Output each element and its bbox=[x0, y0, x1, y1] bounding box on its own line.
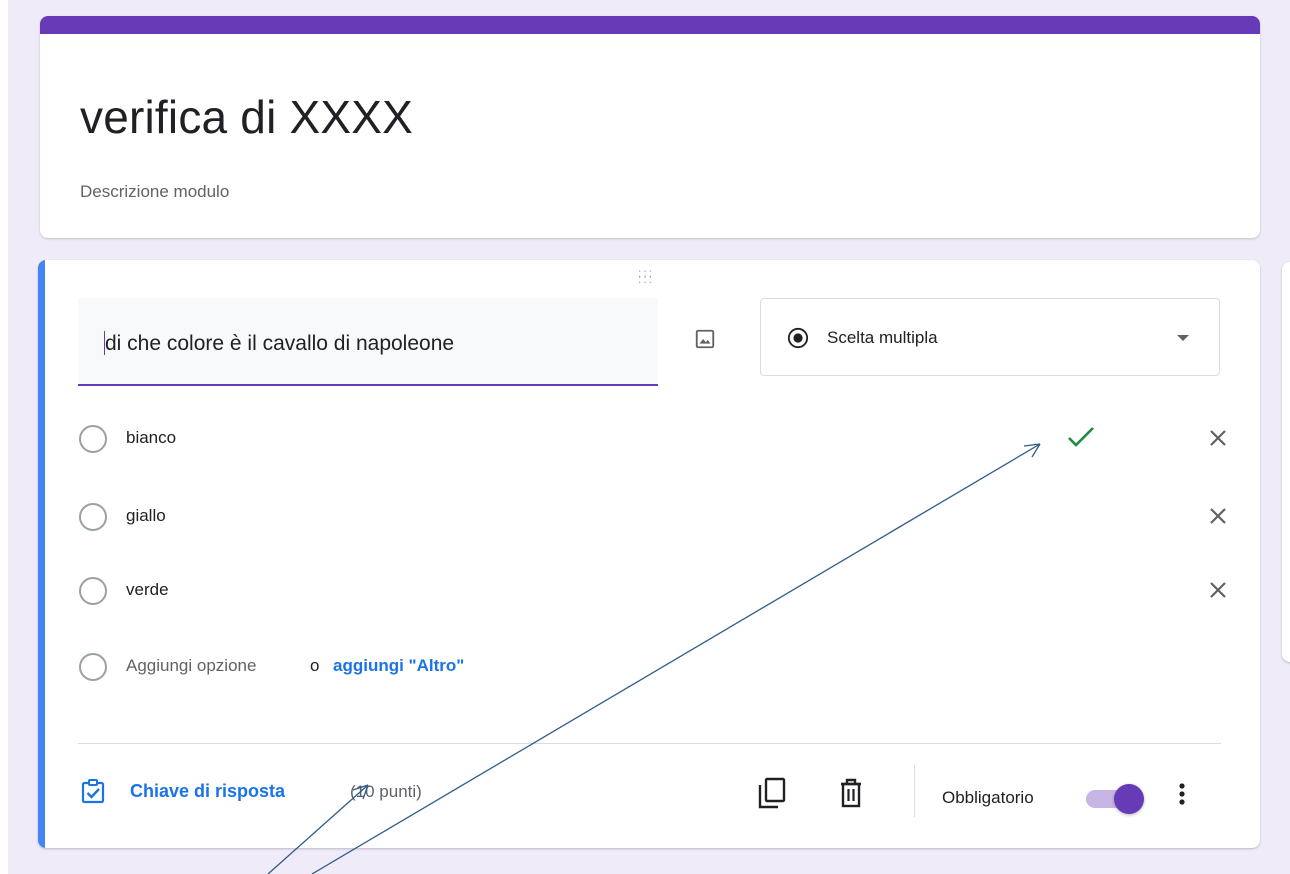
option-item: verde bbox=[78, 570, 1226, 610]
toggle-thumb bbox=[1114, 784, 1144, 814]
add-option-separator: o bbox=[310, 656, 320, 675]
remove-option-icon[interactable] bbox=[1206, 578, 1230, 602]
question-title-input[interactable]: di che colore è il cavallo di napoleone bbox=[78, 298, 658, 386]
footer-divider bbox=[78, 743, 1221, 744]
active-question-indicator bbox=[38, 260, 45, 848]
question-card: :::::: di che colore è il cavallo di nap… bbox=[38, 260, 1260, 848]
option-radio bbox=[79, 577, 107, 605]
form-description-field[interactable]: Descrizione modulo bbox=[80, 182, 229, 202]
header-accent-bar bbox=[40, 16, 1260, 34]
form-title[interactable]: verifica di XXXX bbox=[80, 90, 413, 144]
option-radio bbox=[79, 425, 107, 453]
option-label[interactable]: giallo bbox=[126, 506, 166, 526]
correct-answer-check-icon bbox=[1068, 427, 1094, 447]
option-item: giallo bbox=[78, 496, 1226, 536]
copy-icon[interactable] bbox=[756, 776, 788, 810]
option-item: bianco bbox=[78, 418, 1226, 458]
option-label[interactable]: verde bbox=[126, 580, 169, 600]
option-label[interactable]: bianco bbox=[126, 428, 176, 448]
remove-option-icon[interactable] bbox=[1206, 504, 1230, 528]
question-title-text: di che colore è il cavallo di napoleone bbox=[105, 332, 455, 355]
floating-toolbar bbox=[1282, 262, 1290, 662]
option-radio bbox=[79, 653, 107, 681]
footer-separator bbox=[914, 765, 915, 817]
required-toggle[interactable] bbox=[1086, 784, 1144, 814]
radio-checked-icon bbox=[787, 327, 809, 349]
question-type-dropdown[interactable]: Scelta multipla bbox=[760, 298, 1220, 376]
remove-option-icon[interactable] bbox=[1206, 426, 1230, 450]
drag-handle-icon[interactable]: :::::: bbox=[638, 267, 654, 285]
add-option-row: Aggiungi opzione o aggiungi "Altro" bbox=[78, 646, 1218, 686]
add-option-input[interactable]: Aggiungi opzione bbox=[126, 656, 256, 676]
chevron-down-icon bbox=[1177, 335, 1189, 341]
required-label: Obbligatorio bbox=[942, 788, 1034, 807]
answer-key-icon bbox=[81, 779, 105, 804]
question-type-label: Scelta multipla bbox=[827, 328, 938, 347]
add-other-link[interactable]: aggiungi "Altro" bbox=[333, 656, 464, 676]
option-radio bbox=[79, 503, 107, 531]
more-vert-icon[interactable] bbox=[1170, 778, 1194, 810]
add-image-icon[interactable] bbox=[694, 328, 716, 350]
form-header-card: verifica di XXXX Descrizione modulo bbox=[40, 16, 1260, 238]
left-margin bbox=[0, 0, 8, 874]
points-value: (10 punti) bbox=[350, 782, 422, 801]
answer-key-label: Chiave di risposta bbox=[130, 781, 286, 801]
trash-icon[interactable] bbox=[836, 776, 866, 810]
